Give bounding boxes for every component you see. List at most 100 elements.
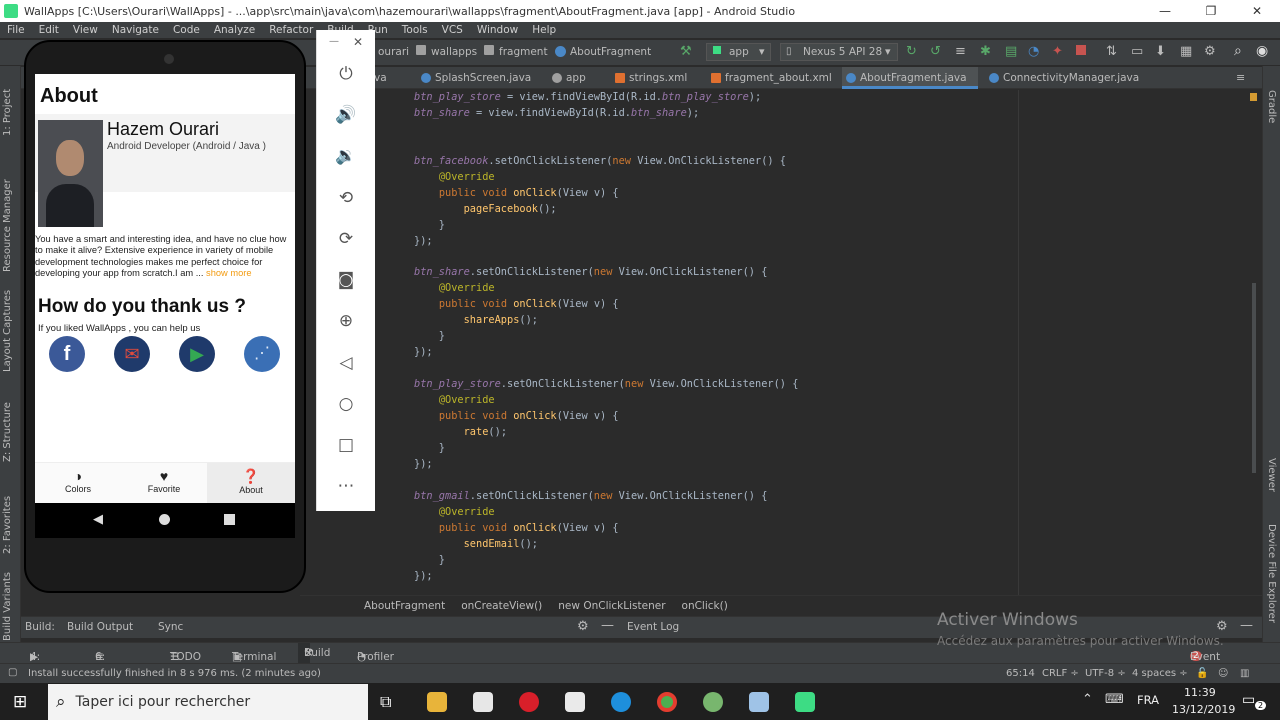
opera-icon[interactable] (519, 692, 539, 712)
build-output-tab[interactable]: Build Output (67, 621, 133, 633)
menu-help[interactable]: Help (532, 24, 556, 36)
taskbar-search[interactable]: ⌕ Taper ici pour rechercher (48, 684, 368, 720)
tool-resource-manager[interactable]: Resource Manager (2, 162, 13, 272)
tab-app[interactable]: app (548, 67, 586, 89)
device-select[interactable]: ▯ Nexus 5 API 28 ▾ (780, 43, 898, 61)
apply-changes-icon[interactable]: ↻ (906, 44, 917, 59)
file-encoding[interactable]: UTF-8 ÷ (1085, 668, 1126, 679)
tabs-overflow-icon[interactable]: ≡ (1236, 71, 1245, 84)
apply-code-changes-icon[interactable]: ↺ (930, 44, 941, 59)
close-emulator-icon[interactable]: ✕ (353, 35, 363, 49)
show-more-link[interactable]: show more (206, 268, 251, 278)
minimize-button[interactable]: — (1142, 4, 1188, 18)
menu-vcs[interactable]: VCS (442, 24, 463, 36)
sync-gradle-icon[interactable]: ⇅ (1106, 44, 1117, 59)
debug-icon[interactable]: ✱ (980, 44, 991, 59)
breadcrumb-class[interactable]: AboutFragment (364, 600, 445, 612)
keyboard-icon[interactable]: ⌨ (1105, 692, 1124, 707)
nav-about[interactable]: ❓ About (207, 463, 295, 504)
android-back-icon[interactable]: ◀ (93, 512, 103, 527)
tool-structure[interactable]: Z: Structure (2, 392, 13, 462)
editor-scrollbar[interactable] (1252, 283, 1256, 473)
menu-window[interactable]: Window (477, 24, 518, 36)
sync-tab[interactable]: Sync (158, 621, 183, 633)
breadcrumb-onclick[interactable]: onClick() (682, 600, 728, 612)
android-studio-taskbar-icon[interactable] (703, 692, 723, 712)
tray-chevron-icon[interactable]: ⌃ (1082, 692, 1093, 707)
tab-strings[interactable]: strings.xml (611, 67, 687, 89)
hector-icon[interactable]: ☺ (1218, 668, 1228, 679)
back-icon[interactable]: ◁ (335, 352, 357, 374)
notification-icon[interactable]: ▭ (1242, 692, 1255, 708)
coverage-icon[interactable]: ▤ (1005, 44, 1017, 59)
play-store-button[interactable]: ▶ (179, 336, 215, 372)
rotate-right-icon[interactable]: ⟳ (335, 228, 357, 250)
indent-setting[interactable]: 4 spaces ÷ (1132, 668, 1188, 679)
windows-start-icon[interactable]: ⊞ (13, 692, 27, 712)
volume-up-icon[interactable]: 🔊 (335, 104, 357, 126)
breadcrumb-listener[interactable]: new OnClickListener (558, 600, 665, 612)
tool-gradle[interactable]: Gradle (1266, 90, 1277, 130)
gear-icon[interactable]: ⚙ (1216, 619, 1228, 634)
gmail-button[interactable]: ✉ (114, 336, 150, 372)
tool-layout-captures[interactable]: Layout Captures (2, 282, 13, 372)
nav-favorite[interactable]: ♥ Favorite (121, 463, 207, 504)
emulator-taskbar-icon[interactable] (795, 692, 815, 712)
volume-down-icon[interactable]: 🔉 (335, 145, 357, 167)
android-recents-icon[interactable] (224, 514, 235, 525)
android-home-icon[interactable] (159, 514, 170, 525)
run-config-select[interactable]: app ▾ (706, 43, 771, 61)
breadcrumb-oncreateview[interactable]: onCreateView() (461, 600, 542, 612)
share-button[interactable]: ⋰ (244, 336, 280, 372)
project-structure-icon[interactable]: ▦ (1180, 44, 1192, 59)
home-icon[interactable]: ○ (335, 393, 357, 415)
nav-crumb-aboutfragment[interactable]: AboutFragment (570, 46, 651, 58)
tab-splashscreen[interactable]: SplashScreen.java (417, 67, 531, 89)
gear-icon[interactable]: ⚙ (577, 619, 589, 634)
profile-icon[interactable]: ◔ (1028, 44, 1039, 59)
nav-crumb-ourari[interactable]: ourari (378, 46, 409, 58)
facebook-button[interactable]: f (49, 336, 85, 372)
language-indicator[interactable]: FRA (1137, 693, 1159, 707)
hammer-icon[interactable]: ⚒ (680, 44, 692, 59)
attach-icon[interactable]: ✦ (1052, 44, 1063, 59)
overview-icon[interactable]: □ (335, 434, 357, 456)
edge-icon[interactable] (611, 692, 631, 712)
tool-build-variants[interactable]: Build Variants (2, 571, 13, 641)
tool-viewer[interactable]: Viewer (1266, 458, 1277, 508)
menu-file[interactable]: File (7, 24, 25, 36)
clock-date[interactable]: 13/12/2019 (1172, 703, 1235, 716)
attach-debugger-icon[interactable]: ≡ (955, 44, 966, 59)
menu-analyze[interactable]: Analyze (214, 24, 255, 36)
more-icon[interactable]: ⋯ (335, 475, 357, 497)
file-explorer-icon[interactable] (427, 692, 447, 712)
store-icon[interactable] (473, 692, 493, 712)
menu-edit[interactable]: Edit (39, 24, 59, 36)
settings-icon[interactable]: ⚙ (1204, 44, 1216, 59)
nav-colors[interactable]: ◑ Colors (35, 463, 121, 504)
lock-icon[interactable]: 🔓 (1196, 668, 1208, 679)
tool-device-file-explorer[interactable]: Device File Explorer (1266, 524, 1277, 644)
tab-connectivitymanager[interactable]: ConnectivityManager.java (985, 67, 1139, 89)
menu-view[interactable]: View (73, 24, 98, 36)
caret-position[interactable]: 65:14 (1006, 668, 1035, 679)
task-view-icon[interactable]: ⧉ (380, 692, 391, 712)
mail-icon[interactable] (565, 692, 585, 712)
notepad-icon[interactable] (749, 692, 769, 712)
maximize-button[interactable]: ❐ (1188, 4, 1234, 18)
tool-favorites[interactable]: 2: Favorites (2, 484, 13, 554)
power-icon[interactable]: ⏻ (335, 63, 357, 85)
line-separator[interactable]: CRLF ÷ (1042, 668, 1079, 679)
tab-fragment-about[interactable]: fragment_about.xml (707, 67, 832, 89)
clock-time[interactable]: 11:39 (1184, 686, 1216, 699)
tab-aboutfragment[interactable]: AboutFragment.java (842, 67, 978, 89)
menu-navigate[interactable]: Navigate (112, 24, 159, 36)
zoom-icon[interactable]: ⊕ (335, 310, 357, 332)
user-icon[interactable]: ◉ (1256, 43, 1268, 59)
menu-code[interactable]: Code (173, 24, 200, 36)
chrome-icon[interactable] (657, 692, 677, 712)
tool-project[interactable]: 1: Project (2, 76, 13, 136)
close-button[interactable]: ✕ (1234, 4, 1280, 18)
search-icon[interactable]: ⌕ (1234, 43, 1242, 59)
camera-icon[interactable]: ◙ (335, 269, 357, 291)
